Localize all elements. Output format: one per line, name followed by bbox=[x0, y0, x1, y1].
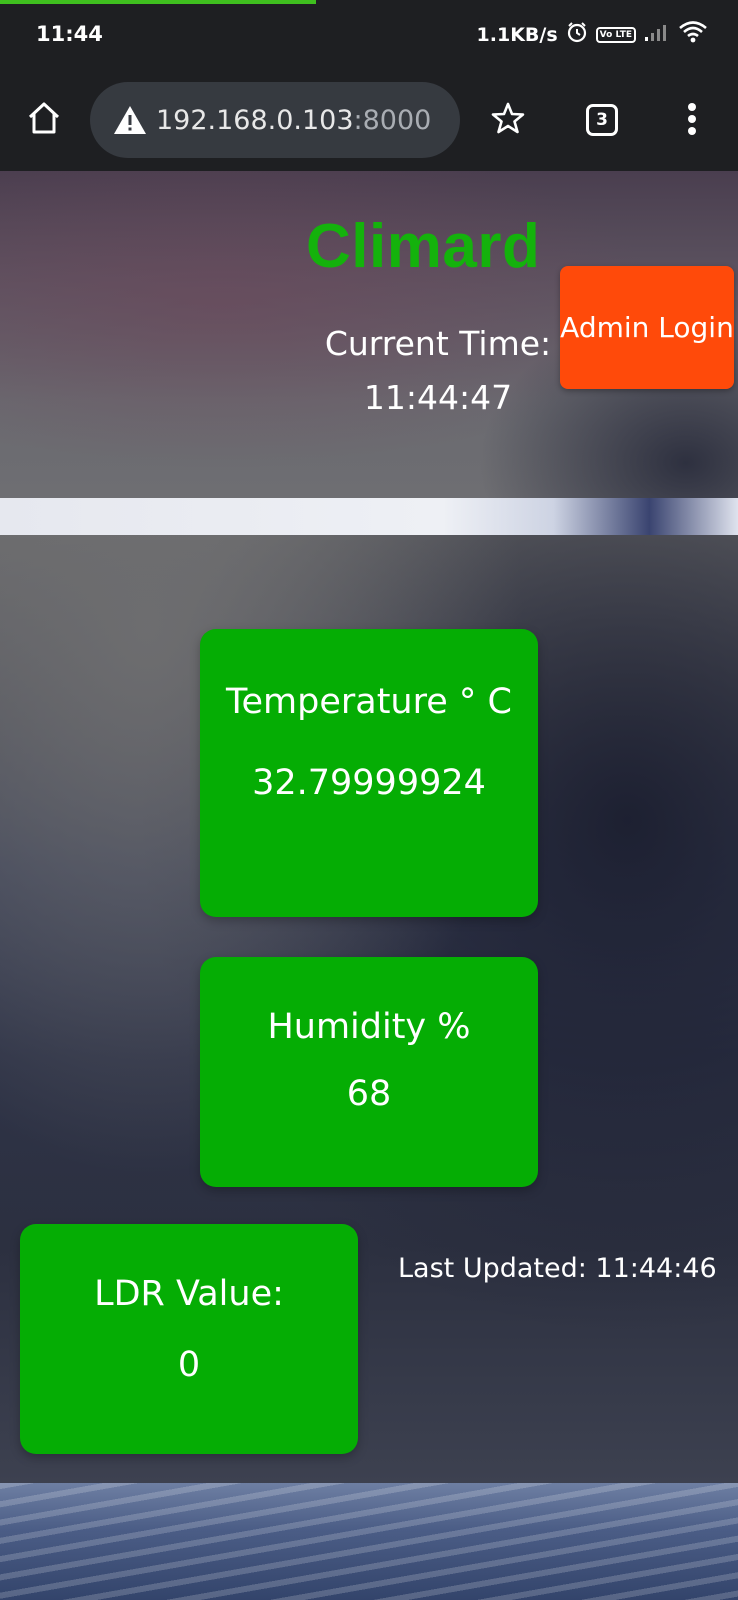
current-time-label: Current Time: bbox=[324, 324, 552, 363]
volte-icon: Vo LTE bbox=[595, 26, 636, 43]
warning-icon[interactable] bbox=[112, 103, 148, 137]
page-load-progress bbox=[0, 0, 316, 4]
temperature-label: Temperature ° C bbox=[226, 682, 512, 722]
tab-count: 3 bbox=[596, 110, 608, 130]
address-bar[interactable]: 192.168.0.103:8000 bbox=[90, 82, 460, 158]
background-photo-strip bbox=[0, 498, 738, 535]
temperature-card: Temperature ° C 32.79999924 bbox=[200, 629, 538, 917]
browser-toolbar: 192.168.0.103:8000 3 bbox=[0, 70, 738, 171]
humidity-label: Humidity % bbox=[267, 1007, 471, 1047]
star-icon[interactable] bbox=[490, 100, 526, 136]
ldr-label: LDR Value: bbox=[94, 1274, 284, 1314]
ldr-card: LDR Value: 0 bbox=[20, 1224, 358, 1454]
admin-login-label: Admin Login bbox=[560, 310, 734, 344]
url-port: :8000 bbox=[353, 104, 432, 136]
ldr-value: 0 bbox=[177, 1345, 201, 1385]
site-title: Climard bbox=[306, 212, 541, 281]
url-text[interactable]: 192.168.0.103:8000 bbox=[156, 105, 431, 136]
temperature-value: 32.79999924 bbox=[252, 763, 486, 803]
status-time: 11:44 bbox=[36, 22, 103, 46]
humidity-value: 68 bbox=[346, 1074, 392, 1114]
wifi-icon bbox=[678, 20, 708, 49]
status-indicators: 1.1KB/s Vo LTE bbox=[477, 20, 708, 49]
network-speed: 1.1KB/s bbox=[476, 23, 558, 46]
phone-screen: 11:44 1.1KB/s Vo LTE 192.168.0.103:8000 bbox=[0, 0, 738, 1600]
humidity-card: Humidity % 68 bbox=[200, 957, 538, 1187]
home-icon[interactable] bbox=[26, 100, 62, 136]
overflow-menu-icon[interactable] bbox=[682, 100, 702, 140]
admin-login-button[interactable]: Admin Login bbox=[560, 266, 734, 389]
signal-icon bbox=[644, 22, 670, 47]
alarm-icon bbox=[566, 21, 588, 48]
current-time: Current Time: 11:44:47 bbox=[300, 317, 576, 425]
tabs-icon[interactable]: 3 bbox=[586, 104, 618, 136]
status-bar: 11:44 1.1KB/s Vo LTE bbox=[0, 0, 738, 70]
last-updated-text: Last Updated: 11:44:46 bbox=[398, 1253, 717, 1284]
url-host: 192.168.0.103 bbox=[156, 104, 354, 136]
web-page: Climard Current Time: 11:44:47 Admin Log… bbox=[0, 171, 738, 1600]
footer-background-image bbox=[0, 1483, 738, 1600]
current-time-value: 11:44:47 bbox=[363, 378, 513, 417]
